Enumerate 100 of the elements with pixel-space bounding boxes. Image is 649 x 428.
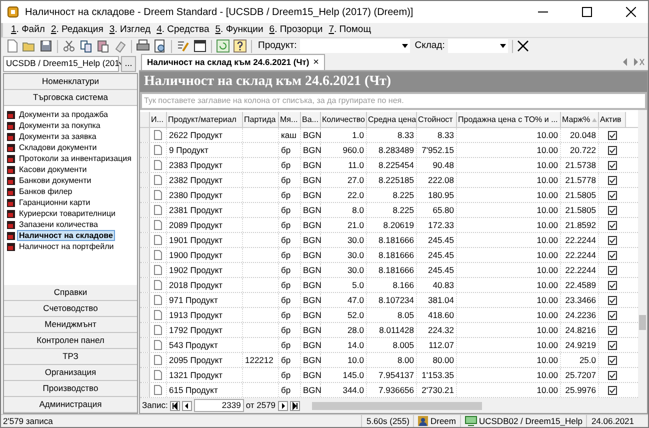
column-header[interactable]: Ва...: [301, 112, 321, 127]
warehouse-label: Склад:: [414, 38, 445, 53]
eraser-icon[interactable]: [113, 39, 127, 53]
more-button[interactable]: ...: [121, 56, 136, 72]
table-cell: 30.0: [321, 263, 367, 277]
checkbox[interactable]: [608, 340, 617, 350]
document-tab[interactable]: Наличност на склад към 24.6.2021 (Чт) ×: [141, 54, 325, 70]
print-preview-icon[interactable]: [153, 39, 167, 53]
table-cell: бр: [279, 143, 301, 157]
table-cell: 8.181666: [367, 233, 417, 247]
checkbox[interactable]: [608, 190, 617, 200]
checkbox[interactable]: [608, 220, 617, 230]
vertical-scrollbar[interactable]: [638, 110, 647, 398]
sidebar-item[interactable]: Документи за продажба: [17, 109, 110, 120]
section-button[interactable]: Организация: [4, 365, 137, 381]
window-icon[interactable]: [193, 39, 207, 53]
first-record-icon[interactable]: [170, 400, 180, 410]
sidebar-item[interactable]: Запазени количества: [17, 219, 100, 230]
sidebar-item[interactable]: Документи за заявка: [17, 131, 98, 142]
checkbox[interactable]: [608, 370, 617, 380]
column-header[interactable]: Средна цена: [367, 112, 417, 127]
column-header[interactable]: Стойност: [417, 112, 457, 127]
sidebar-item[interactable]: Куриерски товарителници: [17, 208, 118, 219]
column-header[interactable]: Продукт/материал: [167, 112, 243, 127]
checkbox[interactable]: [608, 326, 617, 334]
sidebar-item[interactable]: Гаранционни карти: [17, 197, 92, 208]
section-button[interactable]: Номенклатури: [4, 74, 137, 90]
sidebar-item[interactable]: Протоколи за инвентаризация: [17, 153, 134, 164]
checkbox[interactable]: [608, 146, 617, 154]
edit-list-icon[interactable]: [176, 39, 190, 53]
column-header[interactable]: Марж%: [561, 112, 599, 127]
last-record-icon[interactable]: [290, 400, 300, 410]
table-cell: 2381 Продукт: [167, 203, 243, 217]
help-icon[interactable]: [233, 39, 247, 53]
checkbox[interactable]: [608, 250, 617, 260]
close-icon[interactable]: [626, 7, 636, 17]
section-button[interactable]: Справки: [4, 285, 137, 301]
section-button[interactable]: Търговска система: [4, 90, 137, 106]
database-dropdown[interactable]: UCSDB / Dreem15_Help (201: [3, 56, 119, 72]
menu-item[interactable]: 7. Помощ: [328, 22, 372, 38]
column-header[interactable]: Продажна цена с ТО% и ...: [457, 112, 561, 127]
table-cell: 21.5805: [561, 188, 599, 202]
table-cell: 1913 Продукт: [167, 308, 243, 322]
menu-item[interactable]: 5. Функции: [215, 22, 264, 38]
checkbox[interactable]: [608, 206, 617, 214]
checkbox[interactable]: [608, 130, 617, 140]
table-cell: 1792 Продукт: [167, 323, 243, 337]
column-header[interactable]: Актив: [599, 112, 626, 127]
section-button[interactable]: Мениджмънт: [4, 317, 137, 333]
sidebar-item[interactable]: Документи за покупка: [17, 120, 102, 131]
checkbox[interactable]: [608, 236, 617, 244]
sidebar-item[interactable]: Наличност на портфейли: [17, 241, 116, 252]
checkbox[interactable]: [608, 176, 617, 184]
checkbox[interactable]: [608, 310, 617, 320]
maximize-icon[interactable]: [582, 7, 592, 17]
scissors-icon[interactable]: [62, 39, 76, 53]
table-cell: BGN: [301, 233, 321, 247]
menu-item[interactable]: 2. Редакция: [50, 22, 104, 38]
section-button[interactable]: Счетоводство: [4, 301, 137, 317]
paste-icon[interactable]: [96, 39, 110, 53]
previous-record-icon[interactable]: [182, 400, 192, 410]
menu-item[interactable]: 6. Прозорци: [269, 22, 323, 38]
sidebar-item[interactable]: Банкови документи: [17, 175, 94, 186]
sidebar-item[interactable]: Банков филер: [17, 186, 74, 197]
copy-icon[interactable]: [79, 39, 93, 53]
sidebar-item[interactable]: Складови документи: [17, 142, 99, 153]
checkbox[interactable]: [608, 386, 617, 394]
printer-icon[interactable]: [136, 39, 150, 53]
table-cell: BGN: [301, 353, 321, 367]
status-date: 24.06.2021: [586, 414, 638, 428]
table-cell: BGN: [301, 368, 321, 382]
save-icon[interactable]: [39, 39, 53, 53]
column-header[interactable]: Мя...: [279, 112, 301, 127]
checkbox[interactable]: [608, 160, 617, 170]
checkbox[interactable]: [608, 296, 617, 304]
checkbox[interactable]: [608, 266, 617, 274]
menu-item[interactable]: 3. Изглед: [109, 22, 151, 38]
column-header[interactable]: И...: [150, 112, 167, 127]
next-record-icon[interactable]: [278, 400, 288, 410]
menu-item[interactable]: 4. Средства: [156, 22, 210, 38]
checkbox[interactable]: [608, 356, 617, 364]
section-button[interactable]: ТРЗ: [4, 349, 137, 365]
tab-close-button[interactable]: ×: [313, 58, 319, 68]
scroll-arrows-icon[interactable]: [623, 58, 645, 66]
menu-item[interactable]: 1. Файл: [11, 22, 45, 38]
table-cell: 40.83: [417, 278, 457, 292]
new-file-icon[interactable]: [5, 39, 19, 53]
record-number-field[interactable]: 2339: [194, 399, 244, 412]
section-button[interactable]: Производство: [4, 381, 137, 397]
table-cell: 10.00: [457, 203, 561, 217]
checkbox[interactable]: [608, 280, 617, 290]
section-button[interactable]: Контролен панел: [4, 333, 137, 349]
clear-filter-icon[interactable]: [516, 40, 529, 52]
table-cell: 90.48: [417, 158, 457, 172]
column-header[interactable]: Количество: [321, 112, 367, 127]
sidebar-item[interactable]: Касови документи: [17, 164, 89, 175]
sidebar-item[interactable]: Наличност на складове: [17, 230, 115, 241]
section-button[interactable]: Администрация: [4, 397, 137, 413]
column-header[interactable]: Партида: [243, 112, 279, 127]
table-cell: бр: [279, 203, 301, 217]
